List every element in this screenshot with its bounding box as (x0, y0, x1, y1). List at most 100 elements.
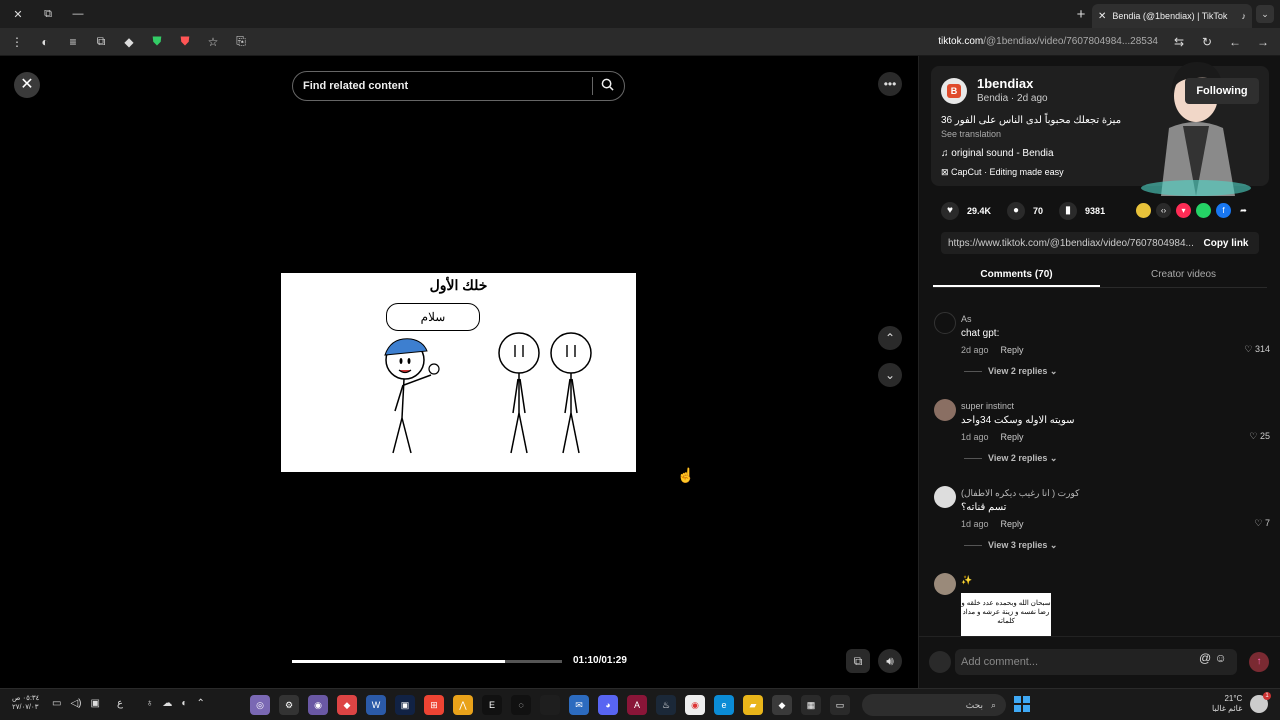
commenter-avatar[interactable] (934, 312, 956, 334)
send-comment-icon[interactable]: ↑ (1249, 652, 1269, 672)
app-icon-8[interactable]: ⋀ (453, 695, 473, 715)
taskbar-search[interactable]: بحث ⌕ (862, 694, 1006, 716)
forward-icon[interactable]: → (1256, 35, 1270, 49)
commenter-name[interactable]: As (961, 314, 972, 324)
previous-video-icon[interactable]: ⌃ (878, 326, 902, 350)
add-comment-input[interactable]: Add comment... (955, 649, 1237, 675)
comment-like[interactable]: ♡ 25 (1249, 431, 1270, 442)
commenter-name[interactable]: super instinct (961, 401, 1014, 411)
app-icon-10[interactable]: ◌ (511, 695, 531, 715)
window-restore-icon[interactable]: ⧉ (40, 8, 56, 21)
more-options-icon[interactable]: ••• (878, 72, 902, 96)
video-player[interactable]: Find related content خلك الأول سلام 01:1… (281, 56, 636, 688)
app-icon-5[interactable]: W (366, 695, 386, 715)
tray-overflow-icon[interactable]: ⌃ (196, 698, 204, 709)
following-button[interactable]: Following (1185, 78, 1259, 104)
related-search-input[interactable]: Find related content (303, 80, 584, 92)
extension-diamond-icon[interactable]: ◆ (122, 35, 136, 49)
chrome-icon[interactable]: ◉ (685, 695, 705, 715)
related-search-bar[interactable]: Find related content (292, 71, 625, 101)
language-indicator[interactable]: ع (117, 698, 123, 709)
comment-icon[interactable]: ● (1007, 202, 1026, 220)
network-icon[interactable]: ▣ (90, 698, 99, 709)
app-icon-6[interactable]: ▣ (395, 695, 415, 715)
reply-button[interactable]: Reply (1001, 519, 1024, 529)
app-icon-1[interactable]: ◎ (250, 695, 270, 715)
comment-like[interactable]: ♡ 7 (1254, 518, 1270, 529)
see-translation-link[interactable]: See translation (941, 129, 1001, 139)
new-tab-button[interactable]: + (1070, 6, 1092, 23)
start-button-icon[interactable] (1014, 696, 1030, 712)
search-icon[interactable] (601, 78, 614, 94)
task-view-icon[interactable]: ▭ (830, 695, 850, 715)
view-replies-button[interactable]: View 3 replies ⌄ (964, 540, 1057, 551)
site-settings-icon[interactable]: ⇆ (1172, 35, 1186, 49)
view-replies-button[interactable]: View 2 replies ⌄ (964, 453, 1057, 464)
bookmark-icon[interactable]: ▮ (1059, 202, 1078, 220)
window-minimize-icon[interactable]: — (70, 8, 86, 20)
discord-icon[interactable]: ◕ (598, 695, 618, 715)
tab-comments[interactable]: Comments (70) (933, 264, 1100, 287)
commenter-avatar[interactable] (934, 573, 956, 595)
facebook-icon[interactable]: f (1216, 203, 1231, 218)
volume-tray-icon[interactable]: ◁) (70, 698, 81, 709)
mic-icon[interactable]: ♁ (146, 698, 154, 709)
commenter-avatar[interactable] (934, 399, 956, 421)
next-video-icon[interactable]: ⌄ (878, 363, 902, 387)
like-icon[interactable]: ♥ (941, 202, 959, 220)
tab-close-icon[interactable]: ✕ (1098, 11, 1106, 22)
video-progress-bar[interactable] (292, 660, 562, 663)
friends-share-icon[interactable] (1136, 203, 1151, 218)
embed-icon[interactable]: ‹› (1156, 203, 1171, 218)
whatsapp-icon[interactable] (1196, 203, 1211, 218)
reply-button[interactable]: Reply (1001, 345, 1024, 355)
view-replies-button[interactable]: View 2 replies ⌄ (964, 366, 1057, 377)
extensions-icon[interactable]: ⧉ (94, 34, 108, 49)
capcut-link[interactable]: ⊠ CapCut · Editing made easy (941, 167, 1064, 178)
comment-like[interactable]: ♡ 314 (1244, 344, 1270, 355)
microsoft-store-icon[interactable]: ⊞ (424, 695, 444, 715)
emoji-icon[interactable]: ☺ (1215, 651, 1227, 665)
commenter-name[interactable]: كورت ( انا رغيب ديكره الاطفال) (961, 488, 1079, 499)
onedrive-icon[interactable]: ☁ (162, 698, 172, 709)
reply-button[interactable]: Reply (1001, 432, 1024, 442)
reading-list-icon[interactable]: ≡ (66, 35, 80, 49)
browser-tab-active[interactable]: ✕ Bendia (@1bendiax) | TikTok ♪ (1092, 4, 1252, 28)
close-video-button[interactable]: ✕ (14, 72, 40, 98)
settings-icon[interactable]: ⚙ (279, 695, 299, 715)
app-icon-11[interactable] (540, 695, 560, 715)
mail-icon[interactable]: ✉ (569, 695, 589, 715)
copy-link-button[interactable]: Copy link (1193, 238, 1259, 249)
creator-username[interactable]: 1bendiax (977, 76, 1033, 91)
active-app-icon[interactable]: ◆ (772, 695, 792, 715)
edge-icon[interactable]: e (714, 695, 734, 715)
app-icon-20[interactable]: ▦ (801, 695, 821, 715)
epic-games-icon[interactable]: E (482, 695, 502, 715)
share-arrow-icon[interactable]: ➦ (1236, 203, 1251, 218)
volume-icon[interactable]: 🔊︎ (878, 649, 902, 673)
video-link[interactable]: https://www.tiktok.com/@1bendiax/video/7… (941, 238, 1193, 249)
commenter-avatar[interactable] (934, 486, 956, 508)
address-bar[interactable]: tiktok.com/@1bendiax/video/7607804984...… (938, 36, 1158, 47)
music-link[interactable]: ♫ original sound - Bendia (941, 148, 1054, 159)
commenter-name[interactable]: ✨ (961, 575, 972, 586)
brave-icon[interactable]: ⛊ (178, 34, 192, 49)
share-page-icon[interactable]: ⎘ (234, 34, 248, 49)
tab-creator-videos[interactable]: Creator videos (1100, 264, 1267, 287)
app-icon-4[interactable]: ◆ (337, 695, 357, 715)
mention-icon[interactable]: @ (1199, 651, 1211, 665)
shield-icon[interactable]: ⛊ (150, 34, 164, 49)
tab-search-menu-icon[interactable]: ⌄ (1256, 5, 1274, 23)
app-icon-3[interactable]: ◉ (308, 695, 328, 715)
reload-icon[interactable]: ↻ (1200, 35, 1214, 49)
back-icon[interactable]: ← (1228, 35, 1242, 49)
clock[interactable]: ٠٥:٣٤ ص ٢٧/٠٧/٠٣ (12, 694, 39, 712)
steam-icon[interactable]: ♨ (656, 695, 676, 715)
weather-widget[interactable]: 21°C غائم غالبا (1212, 694, 1242, 714)
star-icon[interactable]: ☆ (206, 35, 220, 49)
browser-menu-icon[interactable]: ⋮ (10, 35, 24, 49)
profile-icon[interactable]: ◐ (38, 35, 52, 49)
send-share-icon[interactable]: ▾ (1176, 203, 1191, 218)
tray-item-icon[interactable]: ◐ (181, 698, 187, 709)
app-icon-14[interactable]: A (627, 695, 647, 715)
